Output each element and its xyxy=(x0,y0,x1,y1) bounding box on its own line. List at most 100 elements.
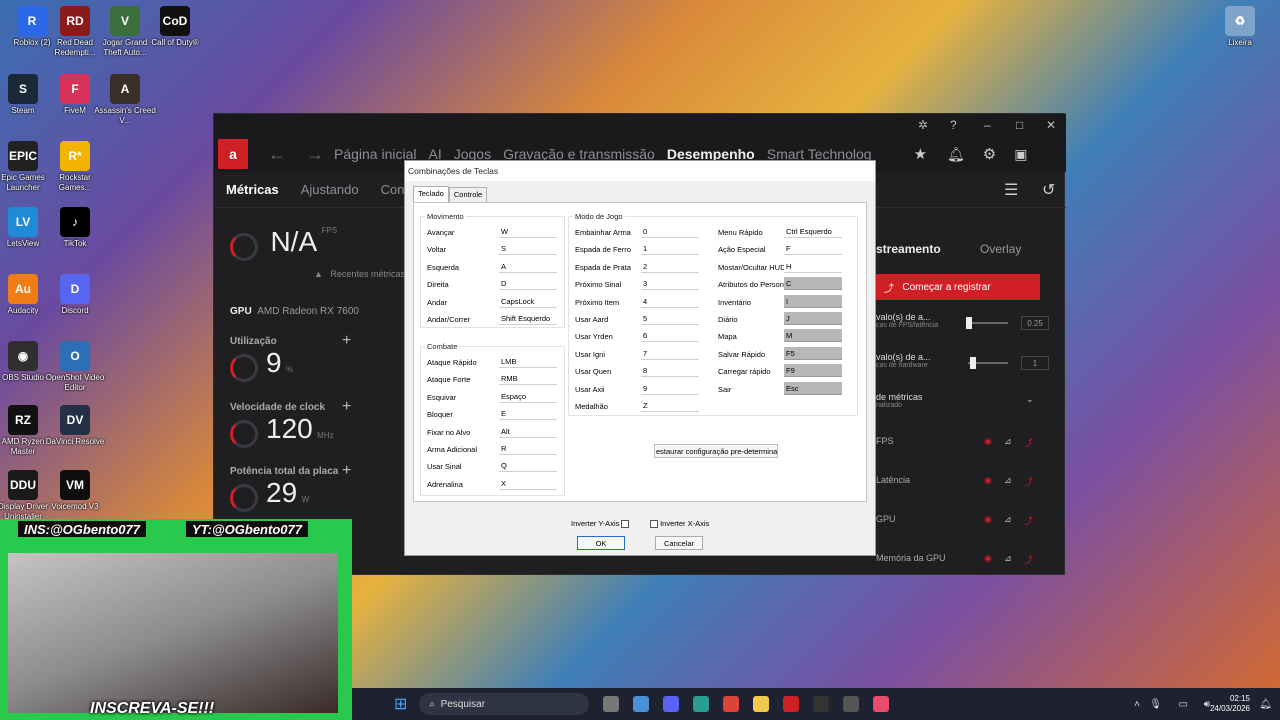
keybind-field[interactable]: 1 xyxy=(641,242,699,256)
chart-icon[interactable]: ⊿ xyxy=(1004,475,1012,486)
keybind-field[interactable]: LMB xyxy=(499,355,557,368)
clock[interactable]: 02:15 24/03/2026 xyxy=(1210,694,1250,714)
discord-icon[interactable] xyxy=(663,696,680,712)
checkbox-box[interactable] xyxy=(621,519,630,528)
desktop-icon[interactable]: CoD Call of Duty® xyxy=(143,6,207,48)
keybind-field[interactable]: A xyxy=(499,259,557,273)
metric-list-item[interactable]: Latência ◉ ⊿ ⤴ xyxy=(876,475,1046,495)
trend-icon[interactable]: ⤴ xyxy=(1024,553,1033,566)
metric-list-item[interactable]: FPS ◉ ⊿ ⤴ xyxy=(876,436,1046,456)
add-icon[interactable]: + xyxy=(342,462,351,480)
trend-icon[interactable]: ⤴ xyxy=(1024,514,1033,527)
help-icon[interactable]: ? xyxy=(950,118,957,132)
windows-start-icon[interactable]: ⊞ xyxy=(394,694,407,714)
invert-y-checkbox[interactable]: Inverter Y-Axis xyxy=(571,519,630,528)
desktop-icon[interactable]: R* Rockstar Games... xyxy=(43,141,107,193)
app-icon[interactable] xyxy=(843,696,860,712)
keybind-field[interactable]: 0 xyxy=(641,225,699,238)
keybind-field[interactable]: X xyxy=(499,476,557,490)
notification-icon[interactable]: 🔔︎ xyxy=(1259,699,1272,710)
desktop-icon[interactable]: ♪ TikTok xyxy=(43,207,107,249)
eye-icon[interactable]: ◉ xyxy=(984,475,992,486)
keybind-field[interactable]: 4 xyxy=(641,294,699,308)
tab-keyboard[interactable]: Teclado xyxy=(413,186,449,202)
keybind-field[interactable]: 9 xyxy=(641,381,699,395)
trend-icon[interactable]: ⤴ xyxy=(1024,475,1033,488)
bell-icon[interactable]: 🔔︎ xyxy=(947,146,965,163)
desktop-icon[interactable]: ♻ Lixeira xyxy=(1208,6,1272,48)
reset-icon[interactable]: ↺ xyxy=(1042,180,1055,200)
add-icon[interactable]: + xyxy=(342,332,351,350)
tray-chevron-icon[interactable]: ˄ xyxy=(1134,699,1140,710)
slider-thumb[interactable] xyxy=(970,357,976,369)
keybind-field[interactable]: Z xyxy=(641,399,699,412)
mic-icon[interactable]: 🎙︎ xyxy=(1149,699,1162,710)
keybind-field[interactable]: 5 xyxy=(641,312,699,325)
app-icon[interactable] xyxy=(873,696,890,712)
recent-metrics[interactable]: ▲ Recentes métricas xyxy=(314,269,405,279)
star-icon[interactable]: ★ xyxy=(914,145,927,163)
chart-icon[interactable]: ⊿ xyxy=(1004,436,1012,447)
metrics-group[interactable]: de métricas nalizado ⌄ xyxy=(876,392,1036,409)
slider-track[interactable] xyxy=(968,322,1008,324)
start-recording-button[interactable]: ⤴ Começar a registrar xyxy=(876,274,1040,300)
tab-tuning[interactable]: Ajustando xyxy=(301,182,359,197)
invert-x-checkbox[interactable]: Inverter X-Axis xyxy=(650,519,709,528)
chart-icon[interactable]: ⊿ xyxy=(1004,514,1012,525)
eye-icon[interactable]: ◉ xyxy=(984,514,992,525)
keybind-field[interactable]: Espaço xyxy=(499,389,557,403)
add-icon[interactable]: + xyxy=(342,398,351,416)
keybind-field[interactable]: RMB xyxy=(499,372,557,386)
close-button[interactable]: ✕ xyxy=(1046,118,1056,132)
interval-value[interactable]: 1 xyxy=(1021,356,1049,370)
network-icon[interactable]: ▭ xyxy=(1179,699,1188,710)
desktop-icon[interactable]: A Assassin's Creed V... xyxy=(93,74,157,126)
keybind-field[interactable]: Q xyxy=(499,459,557,473)
keybind-field[interactable]: R xyxy=(499,442,557,455)
desktop-icon[interactable]: VM Voicemod V3 xyxy=(43,470,107,512)
checkbox-box[interactable] xyxy=(650,519,658,528)
interval-value[interactable]: 0.25 xyxy=(1021,316,1049,330)
keybind-field[interactable]: S xyxy=(499,242,557,256)
eye-icon[interactable]: ◉ xyxy=(984,436,992,447)
file-explorer-icon[interactable] xyxy=(753,696,770,712)
keybind-field[interactable]: D xyxy=(499,277,557,291)
widgets-icon[interactable] xyxy=(633,696,650,712)
tab-controller[interactable]: Controle xyxy=(448,187,488,202)
maximize-button[interactable]: □ xyxy=(1016,118,1023,132)
restore-defaults-button[interactable]: estaurar configuração pre-determinac xyxy=(654,444,778,458)
keybind-field[interactable]: 7 xyxy=(641,346,699,360)
taskbar-search[interactable]: ⌕ Pesquisar xyxy=(419,693,590,715)
slider-thumb[interactable] xyxy=(966,317,972,329)
amd-software-icon[interactable] xyxy=(783,696,800,712)
back-arrow-icon[interactable]: ← xyxy=(268,144,286,165)
keybind-field[interactable]: 8 xyxy=(641,364,699,378)
obs-icon[interactable] xyxy=(813,696,830,712)
keybind-field[interactable]: 2 xyxy=(641,259,699,273)
chart-icon[interactable]: ⊿ xyxy=(1004,553,1012,564)
keybind-field[interactable]: E xyxy=(499,407,557,421)
list-icon[interactable]: ☰ xyxy=(1004,180,1018,200)
ok-button[interactable]: OK xyxy=(577,536,625,550)
layout-icon[interactable]: ▣ xyxy=(1014,146,1027,163)
keybind-field[interactable]: 6 xyxy=(641,329,699,343)
keybind-field[interactable]: Alt xyxy=(499,424,557,438)
tab-overlay[interactable]: Overlay xyxy=(980,242,1021,256)
desktop-icon[interactable]: D Discord xyxy=(43,274,107,316)
keybind-field[interactable]: Shift Esquerdo xyxy=(499,312,557,325)
task-view-icon[interactable] xyxy=(603,696,620,712)
keybind-field[interactable]: CapsLock xyxy=(499,294,557,308)
trend-icon[interactable]: ⤴ xyxy=(1024,436,1033,449)
tab-streaming[interactable]: streamento xyxy=(876,242,941,256)
cancel-button[interactable]: Cancelar xyxy=(655,536,703,550)
edge-icon[interactable] xyxy=(693,696,710,712)
tab-metrics[interactable]: Métricas xyxy=(226,182,279,197)
metric-list-item[interactable]: Memória da GPU ◉ ⊿ ⤴ xyxy=(876,553,1046,573)
forward-arrow-icon[interactable]: → xyxy=(306,144,324,165)
keybind-field[interactable]: W xyxy=(499,225,557,238)
metric-list-item[interactable]: GPU ◉ ⊿ ⤴ xyxy=(876,514,1046,534)
desktop-icon[interactable]: O OpenShot Video Editor xyxy=(43,341,107,393)
chrome-icon[interactable] xyxy=(723,696,740,712)
keybind-field[interactable]: Ctrl Esquerdo xyxy=(784,225,842,238)
minimize-button[interactable]: – xyxy=(984,118,991,132)
